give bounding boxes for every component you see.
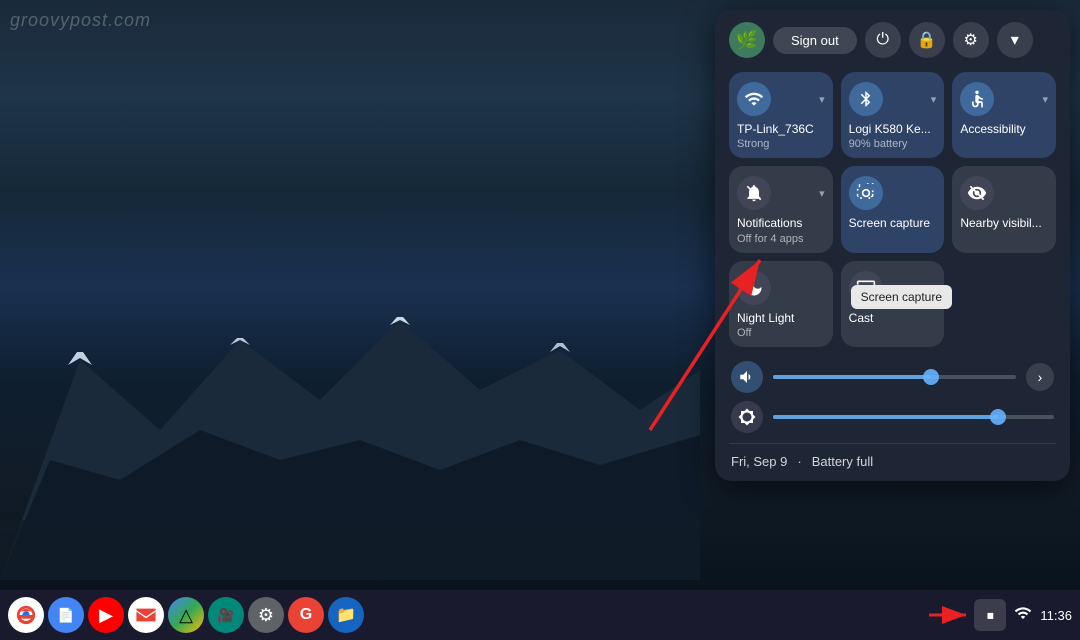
status-battery: Battery full xyxy=(812,454,873,469)
wifi-expand-icon: ▾ xyxy=(819,93,825,106)
taskbar-docs[interactable]: 📄 xyxy=(48,597,84,633)
taskbar-apps: 📄 ▶ △ 🎥 ⚙ G 📁 xyxy=(8,597,924,633)
taskbar-arrow xyxy=(924,597,974,633)
screen-capture-icon xyxy=(849,176,883,210)
acc-label: Accessibility xyxy=(960,122,1025,136)
brightness-fill xyxy=(773,415,998,419)
taskbar-system-tray: ⏹ 11:36 xyxy=(974,599,1072,631)
notif-sublabel: Off for 4 apps xyxy=(737,233,803,245)
bt-sublabel: 90% battery xyxy=(849,138,908,150)
panel-topbar: 🌿 Sign out ⏻ 🔒 ⚙ ▾ xyxy=(729,22,1056,58)
taskbar-meet[interactable]: 🎥 xyxy=(208,597,244,633)
power-button[interactable]: ⏻ xyxy=(865,22,901,58)
taskbar-youtube[interactable]: ▶ xyxy=(88,597,124,633)
wifi-icon xyxy=(737,82,771,116)
night-light-tile[interactable]: Night Light Off xyxy=(729,261,833,347)
accessibility-tile[interactable]: ▾ Accessibility xyxy=(952,72,1056,158)
status-separator: · xyxy=(797,454,801,469)
taskbar-google[interactable]: G xyxy=(288,597,324,633)
nearby-visibility-tile[interactable]: Nearby visibil... xyxy=(952,166,1056,252)
volume-thumb[interactable] xyxy=(923,369,939,385)
brightness-slider-row xyxy=(729,397,1056,437)
panel-status-bar: Fri, Sep 9 · Battery full xyxy=(729,450,1056,469)
status-date: Fri, Sep 9 xyxy=(731,454,787,469)
volume-slider-row: › xyxy=(729,357,1056,397)
wifi-sublabel: Strong xyxy=(737,138,769,150)
taskbar: 📄 ▶ △ 🎥 ⚙ G 📁 xyxy=(0,590,1080,640)
taskbar-files[interactable]: 📁 xyxy=(328,597,364,633)
settings-button[interactable]: ⚙ xyxy=(953,22,989,58)
chevron-down-button[interactable]: ▾ xyxy=(997,22,1033,58)
wifi-tile[interactable]: ▾ TP-Link_736C Strong xyxy=(729,72,833,158)
notifications-tile[interactable]: ▾ Notifications Off for 4 apps xyxy=(729,166,833,252)
nearby-icon xyxy=(960,176,994,210)
nearby-label: Nearby visibil... xyxy=(960,216,1041,230)
bluetooth-icon xyxy=(849,82,883,116)
night-light-sublabel: Off xyxy=(737,327,751,339)
watermark-text: groovypost.com xyxy=(10,10,151,31)
taskbar-drive[interactable]: △ xyxy=(168,597,204,633)
acc-expand-icon: ▾ xyxy=(1042,93,1048,106)
screen-capture-tile[interactable]: Screen capture xyxy=(841,166,945,252)
bluetooth-tile[interactable]: ▾ Logi K580 Ke... 90% battery xyxy=(841,72,945,158)
night-light-icon xyxy=(737,271,771,305)
wifi-label: TP-Link_736C xyxy=(737,122,814,136)
notif-expand-icon: ▾ xyxy=(819,187,825,200)
volume-expand-button[interactable]: › xyxy=(1026,363,1054,391)
taskbar-wifi-icon[interactable] xyxy=(1014,604,1032,627)
brightness-track[interactable] xyxy=(773,415,1054,419)
taskbar-time: 11:36 xyxy=(1040,608,1072,623)
panel-divider xyxy=(729,443,1056,444)
volume-fill xyxy=(773,375,931,379)
taskbar-settings[interactable]: ⚙ xyxy=(248,597,284,633)
quick-settings-panel: 🌿 Sign out ⏻ 🔒 ⚙ ▾ ▾ TP-Link_736C Strong xyxy=(715,10,1070,481)
mountain-silhouette xyxy=(0,280,700,580)
accessibility-icon xyxy=(960,82,994,116)
cast-label: Cast xyxy=(849,311,874,325)
brightness-icon[interactable] xyxy=(731,401,763,433)
notif-label: Notifications xyxy=(737,216,802,230)
sign-out-button[interactable]: Sign out xyxy=(773,27,857,54)
notifications-icon xyxy=(737,176,771,210)
screen-capture-tooltip: Screen capture xyxy=(851,285,952,309)
taskbar-gmail[interactable] xyxy=(128,597,164,633)
lock-button[interactable]: 🔒 xyxy=(909,22,945,58)
bt-label: Logi K580 Ke... xyxy=(849,122,931,136)
volume-icon[interactable] xyxy=(731,361,763,393)
bt-expand-icon: ▾ xyxy=(931,93,937,106)
brightness-thumb[interactable] xyxy=(990,409,1006,425)
night-light-label: Night Light xyxy=(737,311,794,325)
tooltip-text: Screen capture xyxy=(861,290,942,304)
taskbar-chrome[interactable] xyxy=(8,597,44,633)
user-avatar[interactable]: 🌿 xyxy=(729,22,765,58)
screen-capture-label: Screen capture xyxy=(849,216,930,230)
tray-screen-recorder[interactable]: ⏹ xyxy=(974,599,1006,631)
volume-track[interactable] xyxy=(773,375,1016,379)
